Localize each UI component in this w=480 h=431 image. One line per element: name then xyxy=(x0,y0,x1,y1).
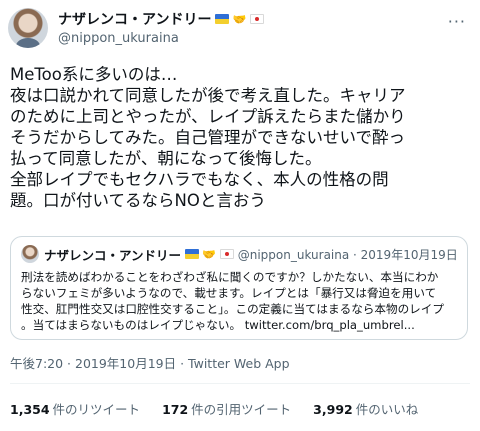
tweet-card: ナザレンコ・アンドリー 🤝 @nippon_ukuraina ··· MeToo… xyxy=(0,0,480,431)
quoted-display-name: ナザレンコ・アンドリー xyxy=(44,247,182,263)
quotes-count: 172 xyxy=(162,401,189,417)
quoted-line: 性交、肛門性交又は口腔性交すること」。この定義に当てはまるなら本物のレイプ xyxy=(21,302,444,316)
tweet-line: 夜は口説かれて同意したが後で考え直した。キャリア xyxy=(10,86,406,105)
quoted-line: らないフェミが多いようなので、載せます。レイプとは「暴行又は脅迫を用いて xyxy=(21,286,437,300)
tweet-line: 題。口が付いてるならNOと言おう xyxy=(10,191,266,210)
japan-flag-icon xyxy=(250,14,265,24)
engagement-stats: 1,354 件のリツイート 172 件の引用ツイート 3,992 件のいいね xyxy=(10,398,440,418)
tweet-line: 払って同意したが、朝になって後悔した。 xyxy=(10,149,322,168)
likes-label: 件のいいね xyxy=(355,401,419,417)
quoted-link[interactable]: twitter.com/brq_pla_umbrel... xyxy=(245,318,415,332)
handshake-icon: 🤝 xyxy=(202,247,216,261)
ukraine-flag-icon xyxy=(185,249,200,259)
tweet-line: 全部レイプでもセクハラでもなく、本人の性格の問 xyxy=(10,170,389,189)
tweet-line: そうだからしてみた。自己管理ができないせいで酔っ xyxy=(10,128,406,147)
quotes-label: 件の引用ツイート xyxy=(191,401,292,417)
retweets-stat[interactable]: 1,354 件のリツイート xyxy=(10,399,140,418)
quoted-line: 刑法を読めばわかることをわざわざ私に聞くのですか？しかたない、本当にわか xyxy=(21,270,439,284)
author-display-name[interactable]: ナザレンコ・アンドリー xyxy=(58,9,211,29)
quoted-tweet[interactable]: ナザレンコ・アンドリー 🤝 @nippon_ukuraina · 2019年10… xyxy=(10,236,468,340)
quoted-line: 。当てはまらないものはレイプじゃない。 twitter.com/brq_pla_… xyxy=(21,317,459,333)
quoted-line-tail: 。当てはまらないものはレイプじゃない。 xyxy=(21,318,242,332)
quoted-avatar xyxy=(21,245,39,263)
quoted-handle-date: @nippon_ukuraina · 2019年10月19日 xyxy=(237,247,458,262)
more-options-icon[interactable]: ··· xyxy=(448,12,466,31)
tweet-line: MeToo系に多いのは… xyxy=(10,65,178,84)
japan-flag-icon xyxy=(219,249,234,259)
quoted-tweet-header: ナザレンコ・アンドリー 🤝 @nippon_ukuraina · 2019年10… xyxy=(21,245,458,263)
divider xyxy=(10,383,470,384)
ukraine-flag-icon xyxy=(215,14,230,24)
avatar[interactable] xyxy=(8,8,48,48)
likes-stat[interactable]: 3,992 件のいいね xyxy=(313,399,418,418)
tweet-timestamp-source[interactable]: 午後7:20 · 2019年10月19日 · Twitter Web App xyxy=(10,353,290,372)
retweets-count: 1,354 xyxy=(10,401,50,417)
likes-count: 3,992 xyxy=(313,401,353,417)
tweet-header: ナザレンコ・アンドリー 🤝 @nippon_ukuraina ··· xyxy=(8,8,472,56)
quotes-stat[interactable]: 172 件の引用ツイート xyxy=(162,399,291,418)
tweet-text: MeToo系に多いのは… 夜は口説かれて同意したが後で考え直した。キャリア のた… xyxy=(10,64,472,211)
handshake-icon: 🤝 xyxy=(232,12,247,26)
quoted-tweet-text: 刑法を読めばわかることをわざわざ私に聞くのですか？しかたない、本当にわか らない… xyxy=(21,269,459,333)
author-handle[interactable]: @nippon_ukuraina xyxy=(58,31,179,46)
author-name-row[interactable]: ナザレンコ・アンドリー 🤝 xyxy=(58,9,265,29)
tweet-line: のために上司とやったが、レイプ訴えたらまた儲かり xyxy=(10,107,406,126)
retweets-label: 件のリツイート xyxy=(52,401,141,417)
